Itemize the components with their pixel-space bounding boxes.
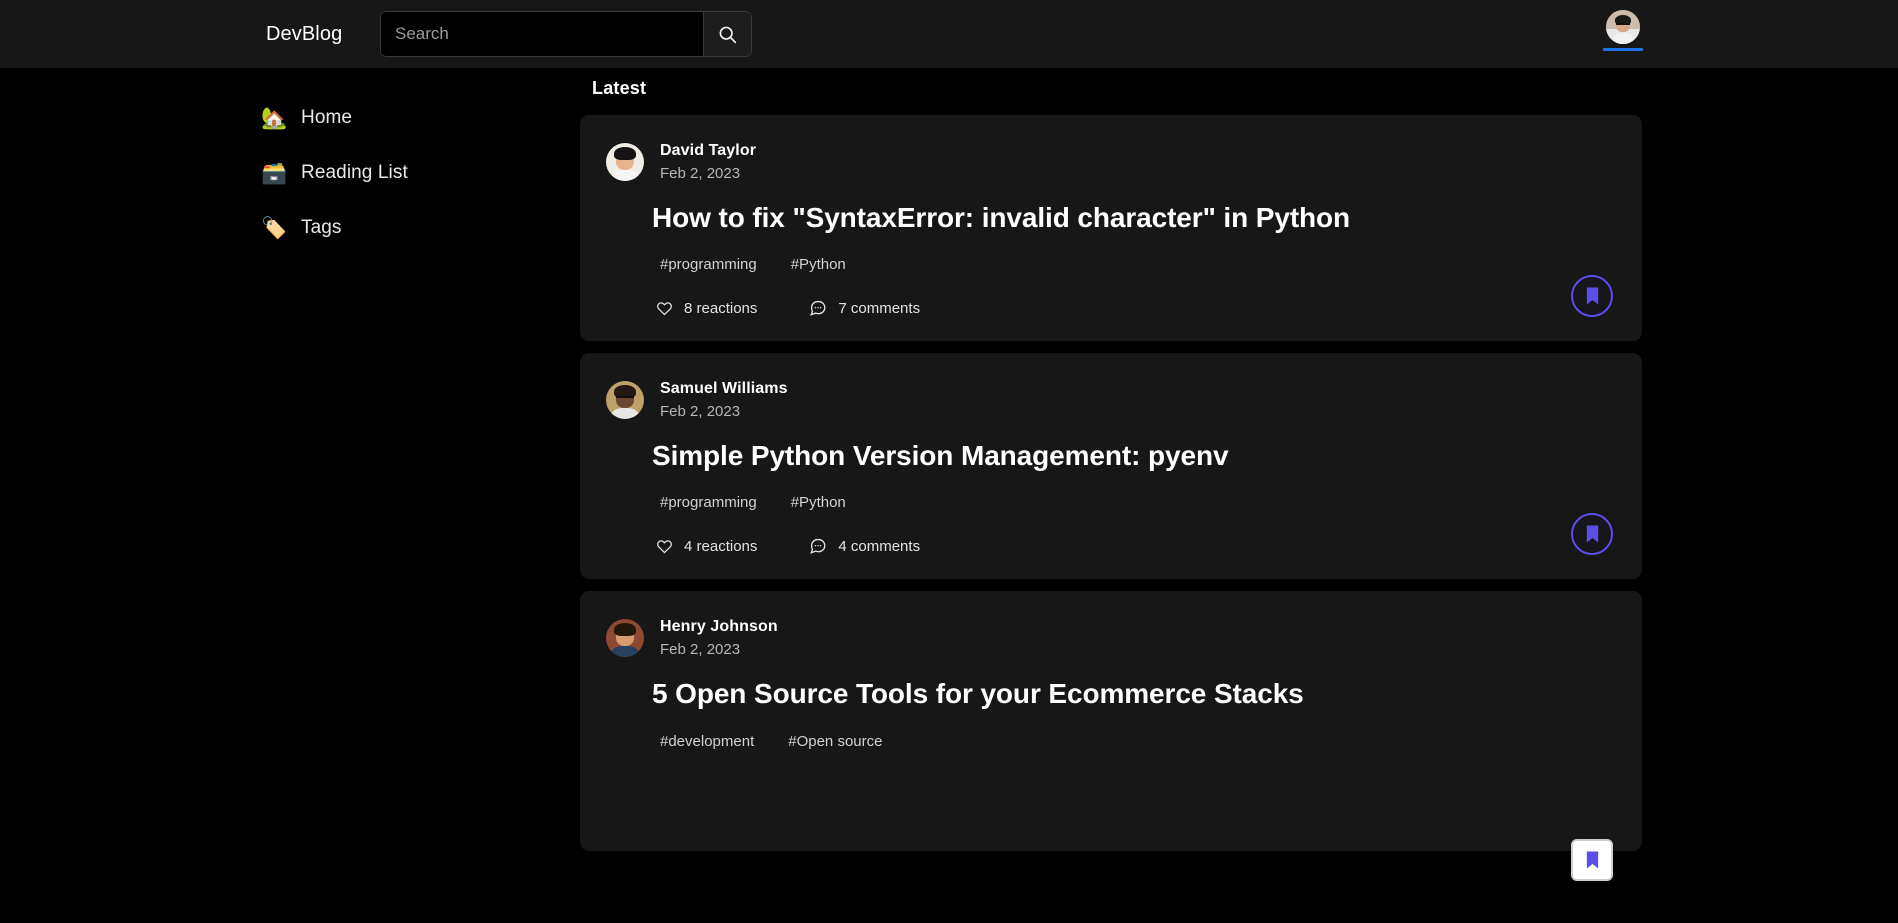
author-avatar[interactable]: [606, 381, 644, 420]
author-avatar[interactable]: [606, 619, 644, 658]
post-feed: Latest David Taylor Feb 2, 2023 How to f…: [580, 68, 1642, 882]
comments-count: 7 comments: [838, 299, 921, 317]
post-card[interactable]: Samuel Williams Feb 2, 2023 Simple Pytho…: [580, 353, 1642, 580]
bookmark-button[interactable]: [1571, 839, 1613, 882]
post-tag[interactable]: #Open source: [780, 730, 890, 753]
post-date: Feb 2, 2023: [660, 641, 741, 659]
bookmark-icon: [1584, 524, 1601, 544]
bookmark-icon: [1584, 850, 1601, 870]
post-card[interactable]: Henry Johnson Feb 2, 2023 5 Open Source …: [580, 591, 1642, 882]
reactions-button[interactable]: 8 reactions: [652, 298, 761, 319]
speech-bubble-icon: [809, 299, 827, 317]
post-actions: 8 reactions 7 comments: [652, 297, 1612, 319]
top-header: DevBlog: [0, 0, 1898, 68]
search-icon: [717, 24, 738, 45]
heart-icon: [656, 300, 673, 317]
search-bar: [380, 11, 752, 57]
post-actions: 4 reactions 4 comments: [652, 535, 1612, 557]
post-tag-list: #development #Open source: [652, 730, 1612, 753]
post-tag[interactable]: #programming: [652, 491, 765, 514]
reactions-button[interactable]: 4 reactions: [652, 536, 761, 557]
page-body: 🏡 Home 🗃️ Reading List 🏷️ Tags Latest Da…: [0, 68, 1898, 923]
search-input[interactable]: [380, 11, 704, 57]
post-title[interactable]: Simple Python Version Management: pyenv: [652, 440, 1612, 472]
sidebar-item-reading-list[interactable]: 🗃️ Reading List: [255, 153, 485, 193]
sidebar-item-label: Tags: [301, 217, 342, 238]
avatar-focus-underline: [1603, 48, 1643, 51]
post-tag[interactable]: #Python: [783, 491, 854, 514]
comments-button[interactable]: 4 comments: [805, 535, 924, 557]
post-tag-list: #programming #Python: [652, 253, 1612, 276]
post-header: Samuel Williams Feb 2, 2023: [606, 379, 1612, 420]
post-meta: Henry Johnson Feb 2, 2023: [660, 617, 778, 658]
sidebar-navigation: 🏡 Home 🗃️ Reading List 🏷️ Tags: [255, 98, 485, 263]
post-title[interactable]: 5 Open Source Tools for your Ecommerce S…: [652, 678, 1612, 710]
author-name[interactable]: David Taylor: [660, 142, 756, 160]
house-icon: 🏡: [261, 105, 288, 130]
post-tag-list: #programming #Python: [652, 491, 1612, 514]
comments-button[interactable]: 7 comments: [805, 297, 924, 319]
heart-icon: [656, 538, 673, 555]
post-meta: David Taylor Feb 2, 2023: [660, 141, 756, 182]
comments-count: 4 comments: [838, 537, 921, 555]
sidebar-item-tags[interactable]: 🏷️ Tags: [255, 208, 485, 248]
search-button[interactable]: [704, 11, 752, 57]
card-file-box-icon: 🗃️: [261, 160, 288, 185]
post-header: David Taylor Feb 2, 2023: [606, 141, 1612, 182]
post-meta: Samuel Williams Feb 2, 2023: [660, 379, 788, 420]
reactions-count: 8 reactions: [684, 299, 758, 317]
feed-heading: Latest: [592, 78, 647, 98]
author-name[interactable]: Henry Johnson: [660, 618, 778, 636]
tag-icon: 🏷️: [261, 215, 288, 240]
post-tag[interactable]: #development: [652, 730, 762, 753]
bookmark-icon: [1584, 286, 1601, 306]
account-avatar-button[interactable]: [1597, 10, 1649, 51]
speech-bubble-icon: [809, 537, 827, 555]
sidebar-item-home[interactable]: 🏡 Home: [255, 98, 485, 138]
reactions-count: 4 reactions: [684, 537, 758, 555]
post-tag[interactable]: #Python: [783, 253, 854, 276]
brand-logo[interactable]: DevBlog: [266, 24, 342, 44]
avatar: [1606, 10, 1640, 44]
post-date: Feb 2, 2023: [660, 403, 741, 421]
post-title[interactable]: How to fix "SyntaxError: invalid charact…: [652, 202, 1612, 234]
post-card[interactable]: David Taylor Feb 2, 2023 How to fix "Syn…: [580, 115, 1642, 342]
author-name[interactable]: Samuel Williams: [660, 380, 788, 398]
post-tag[interactable]: #programming: [652, 253, 765, 276]
sidebar-item-label: Reading List: [301, 162, 408, 183]
author-avatar[interactable]: [606, 143, 644, 181]
sidebar-item-label: Home: [301, 107, 353, 128]
post-header: Henry Johnson Feb 2, 2023: [606, 617, 1612, 658]
bookmark-button[interactable]: [1571, 275, 1613, 318]
post-date: Feb 2, 2023: [660, 165, 741, 182]
